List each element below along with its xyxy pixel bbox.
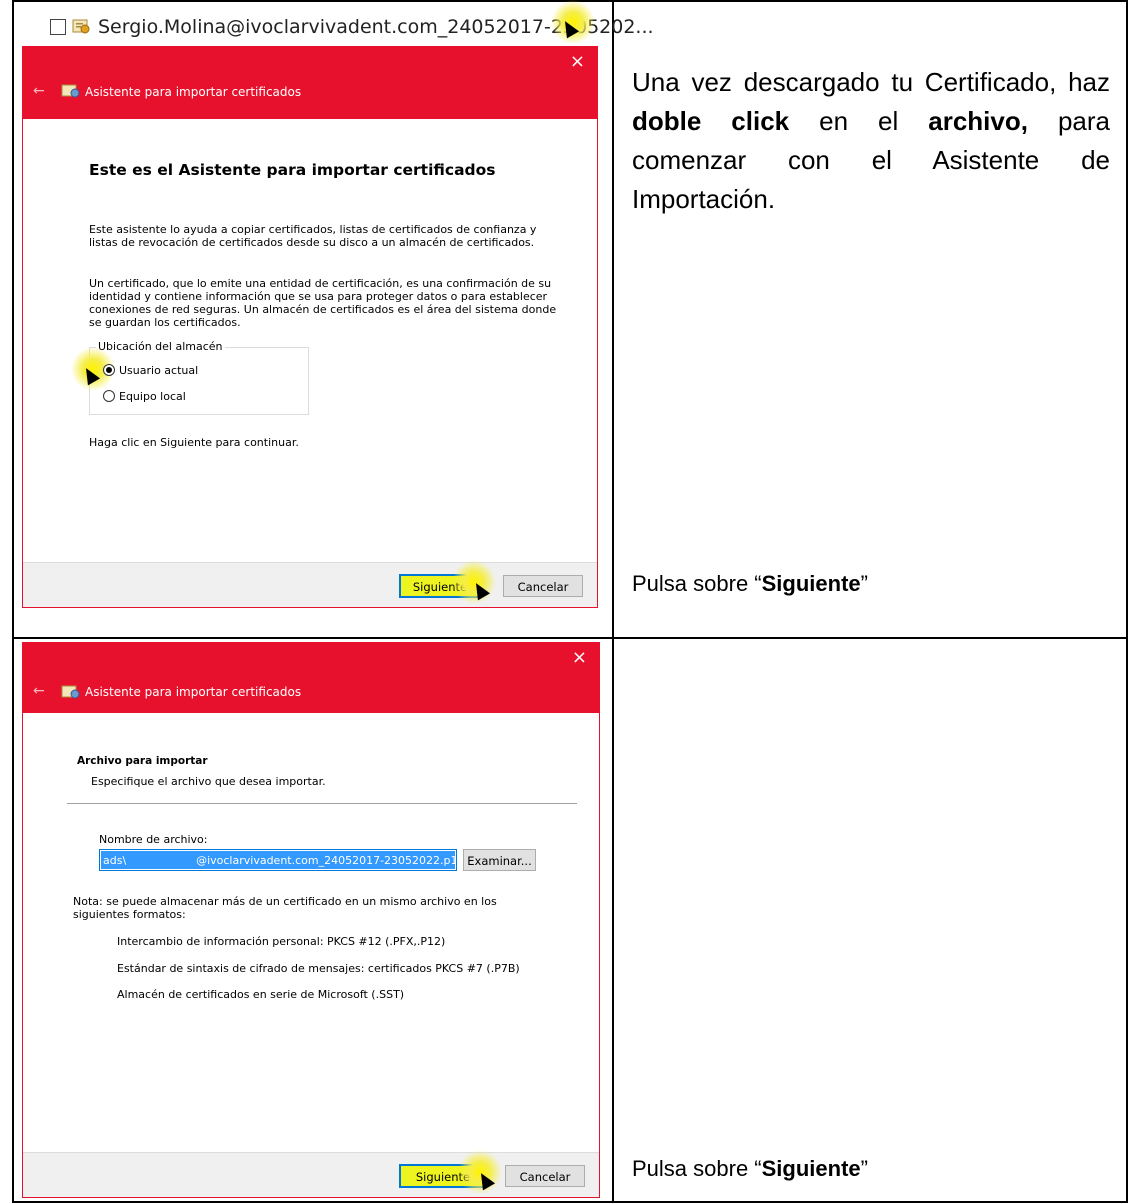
wizard-paragraph-2: Un certificado, que lo emite una entidad… bbox=[89, 277, 557, 329]
dialog-title: Asistente para importar certificados bbox=[85, 85, 302, 99]
back-arrow-icon[interactable]: ← bbox=[33, 83, 45, 99]
dialog-title: Asistente para importar certificados bbox=[85, 685, 302, 699]
table-row-divider bbox=[12, 637, 1128, 639]
browse-button[interactable]: Examinar... bbox=[463, 849, 536, 871]
import-wizard-dialog-1: × ← Asistente para importar certificados… bbox=[22, 46, 598, 608]
radio-local-machine[interactable] bbox=[103, 390, 115, 402]
group-label: Ubicación del almacén bbox=[96, 340, 225, 353]
instruction-next-1: Pulsa sobre “Siguiente” bbox=[632, 571, 868, 597]
dialog-titlebar: × ← Asistente para importar certificados bbox=[23, 47, 597, 119]
pulsa1-pre: Pulsa sobre “ bbox=[632, 571, 762, 596]
pulsa2-pre: Pulsa sobre “ bbox=[632, 1156, 762, 1181]
instruction-next-2: Pulsa sobre “Siguiente” bbox=[632, 1156, 868, 1182]
radio-current-user-label[interactable]: Usuario actual bbox=[119, 364, 198, 377]
file-name-input[interactable]: ads\ @ivoclarvivadent.com_24052017-23052… bbox=[99, 849, 457, 871]
back-arrow-icon[interactable]: ← bbox=[33, 683, 45, 699]
dialog-footer: Siguiente Cancelar bbox=[23, 562, 597, 607]
file-name-value: ads\ @ivoclarvivadent.com_24052017-23052… bbox=[103, 854, 457, 867]
dialog-footer: Siguiente Cancelar bbox=[23, 1152, 599, 1197]
import-wizard-dialog-2: × ← Asistente para importar certificados… bbox=[22, 642, 600, 1198]
format-pkcs7: Estándar de sintaxis de cifrado de mensa… bbox=[117, 962, 520, 975]
table-border-top bbox=[12, 0, 1128, 2]
close-icon[interactable]: × bbox=[570, 51, 585, 72]
section-subtitle: Especifique el archivo que desea importa… bbox=[91, 775, 326, 788]
pulsa1-bold: Siguiente bbox=[761, 571, 861, 596]
next-button[interactable]: Siguiente bbox=[399, 574, 481, 598]
intro-bold-2: archivo, bbox=[928, 106, 1028, 136]
intro-text-2: en el bbox=[789, 106, 929, 136]
next-button[interactable]: Siguiente bbox=[399, 1164, 487, 1188]
pulsa2-bold: Siguiente bbox=[761, 1156, 861, 1181]
wizard-paragraph-1: Este asistente lo ayuda a copiar certifi… bbox=[89, 223, 537, 249]
format-pkcs12: Intercambio de información personal: PKC… bbox=[117, 935, 446, 948]
intro-bold-1: doble click bbox=[632, 106, 790, 136]
certificate-icon bbox=[61, 82, 81, 100]
intro-text-1: Una vez descargado tu Certificado, haz bbox=[632, 67, 1110, 97]
dialog-titlebar: × ← Asistente para importar certificados bbox=[23, 643, 599, 713]
close-icon[interactable]: × bbox=[572, 647, 587, 668]
instruction-intro: Una vez descargado tu Certificado, haz d… bbox=[632, 63, 1110, 219]
header-separator bbox=[67, 803, 577, 804]
store-location-group: Ubicación del almacén bbox=[89, 340, 309, 415]
certificate-icon bbox=[72, 18, 92, 36]
continue-instruction: Haga clic en Siguiente para continuar. bbox=[89, 436, 299, 449]
cancel-button[interactable]: Cancelar bbox=[505, 1165, 585, 1187]
wizard-heading: Este es el Asistente para importar certi… bbox=[89, 161, 496, 179]
pulsa1-post: ” bbox=[860, 571, 868, 596]
cancel-button[interactable]: Cancelar bbox=[503, 575, 583, 597]
formats-note: Nota: se puede almacenar más de un certi… bbox=[73, 895, 497, 921]
format-sst: Almacén de certificados en serie de Micr… bbox=[117, 988, 405, 1001]
radio-current-user[interactable] bbox=[103, 364, 115, 376]
section-title: Archivo para importar bbox=[77, 755, 208, 767]
certificate-icon bbox=[61, 683, 81, 701]
pulsa2-post: ” bbox=[860, 1156, 868, 1181]
table-column-divider bbox=[612, 0, 614, 1203]
file-name-label: Nombre de archivo: bbox=[99, 833, 208, 846]
radio-local-machine-label[interactable]: Equipo local bbox=[119, 390, 186, 403]
file-checkbox[interactable] bbox=[50, 19, 66, 35]
